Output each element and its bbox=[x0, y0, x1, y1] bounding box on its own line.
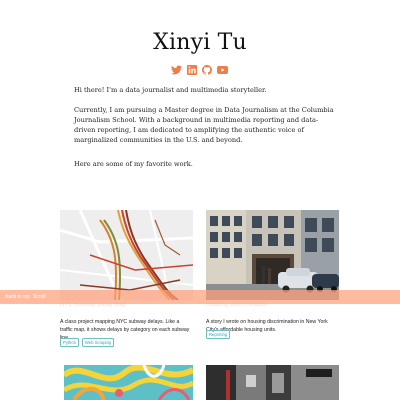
subway-map-image[interactable] bbox=[60, 210, 193, 300]
bio-favorites: Here are some of my favorite work. bbox=[74, 160, 193, 168]
linkedin-icon[interactable] bbox=[187, 65, 197, 75]
colorful-lines-image[interactable] bbox=[64, 365, 193, 400]
page-title: Xinyi Tu bbox=[153, 30, 247, 55]
street-photo-image[interactable] bbox=[206, 365, 339, 400]
project-tags: Reporting bbox=[206, 330, 231, 339]
back-to-top-banner[interactable]: Back to top Scroll bbox=[0, 290, 400, 304]
twitter-icon[interactable] bbox=[171, 65, 182, 75]
bio-section: Hi there! I'm a data journalist and mult… bbox=[74, 85, 336, 179]
bio-background: Currently, I am pursuing a Master degree… bbox=[74, 106, 334, 144]
tag-web-scraping[interactable]: Web Scraping bbox=[82, 338, 115, 347]
tag-reporting[interactable]: Reporting bbox=[206, 330, 231, 339]
housing-photo-image[interactable] bbox=[206, 210, 339, 300]
project-tags: Python Web Scraping bbox=[60, 338, 115, 347]
tag-python[interactable]: Python bbox=[60, 338, 80, 347]
banner-link[interactable]: Scroll bbox=[33, 294, 46, 300]
social-links bbox=[171, 63, 231, 77]
banner-label[interactable]: Back to top bbox=[5, 294, 30, 300]
portfolio-page: Xinyi Tu Hi there! I'm a data journalist… bbox=[0, 0, 400, 400]
github-icon[interactable] bbox=[202, 65, 212, 75]
bio-intro: Hi there! I'm a data journalist and mult… bbox=[74, 86, 267, 94]
youtube-icon[interactable] bbox=[217, 65, 228, 75]
